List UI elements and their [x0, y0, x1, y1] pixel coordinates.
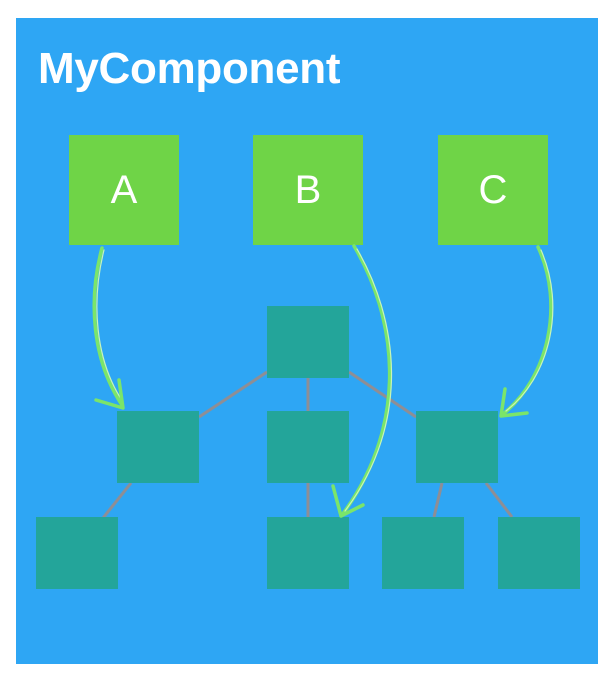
box-b: B: [253, 135, 363, 245]
tree-node-left: [117, 411, 199, 483]
box-c: C: [438, 135, 548, 245]
tree-leaf-3: [382, 517, 464, 589]
tree-leaf-2: [267, 517, 349, 589]
box-a: A: [69, 135, 179, 245]
tree-node-root: [267, 306, 349, 378]
tree-node-right: [416, 411, 498, 483]
diagram-canvas: MyComponent A B C: [0, 0, 612, 684]
tree-node-middle: [267, 411, 349, 483]
tree-leaf-1: [36, 517, 118, 589]
tree-leaf-4: [498, 517, 580, 589]
component-title: MyComponent: [38, 44, 341, 93]
